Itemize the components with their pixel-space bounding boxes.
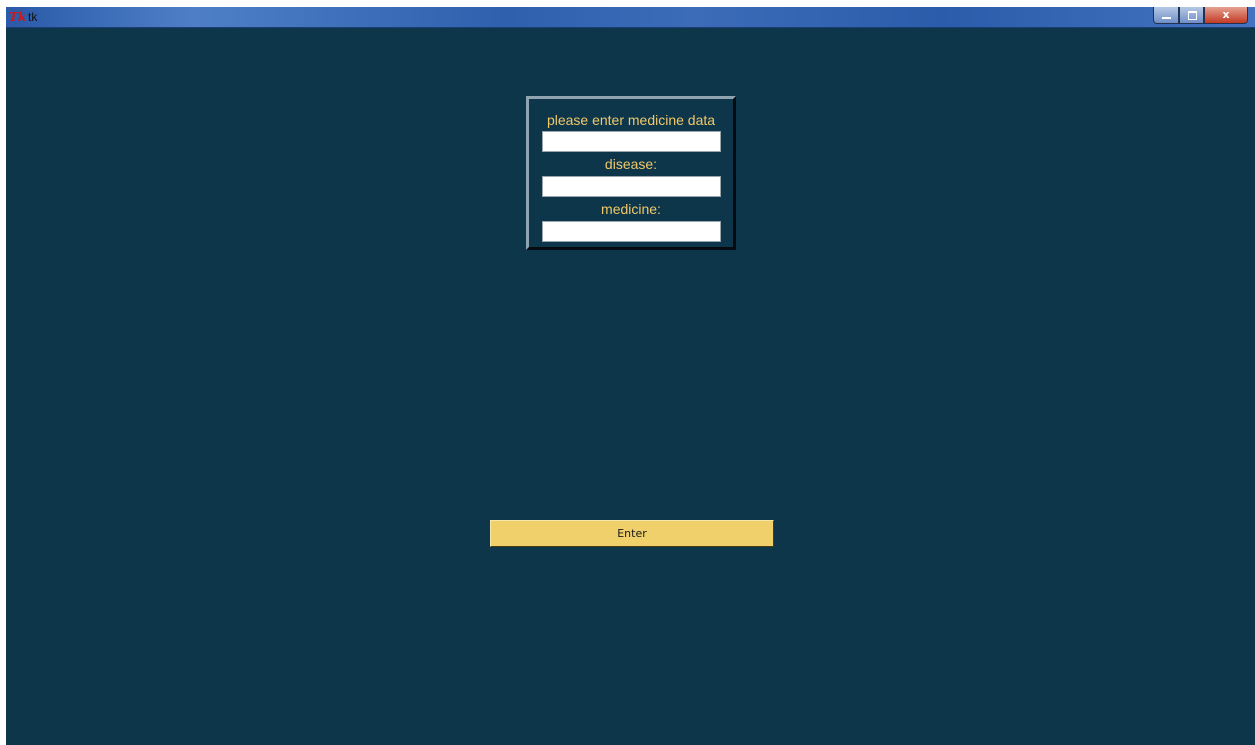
- medicine-form-frame: please enter medicine data disease: medi…: [526, 96, 736, 250]
- close-icon: x: [1222, 8, 1230, 21]
- minimize-button[interactable]: [1153, 7, 1179, 24]
- window-title: tk: [28, 10, 38, 24]
- title-bar[interactable]: Tk tk x: [6, 7, 1255, 28]
- enter-button[interactable]: Enter: [490, 520, 774, 547]
- app-window: Tk tk x please enter medicine data disea…: [6, 7, 1255, 745]
- form-heading: please enter medicine data: [546, 112, 716, 128]
- medicine-input[interactable]: [542, 221, 721, 242]
- maximize-button[interactable]: [1179, 7, 1204, 24]
- minimize-icon: [1162, 17, 1171, 19]
- maximize-icon: [1188, 11, 1197, 20]
- medicine-data-input[interactable]: [542, 131, 721, 152]
- disease-input[interactable]: [542, 176, 721, 197]
- disease-label: disease:: [604, 156, 658, 172]
- close-button[interactable]: x: [1204, 7, 1248, 24]
- tk-icon: Tk: [9, 10, 27, 24]
- medicine-label: medicine:: [601, 201, 661, 217]
